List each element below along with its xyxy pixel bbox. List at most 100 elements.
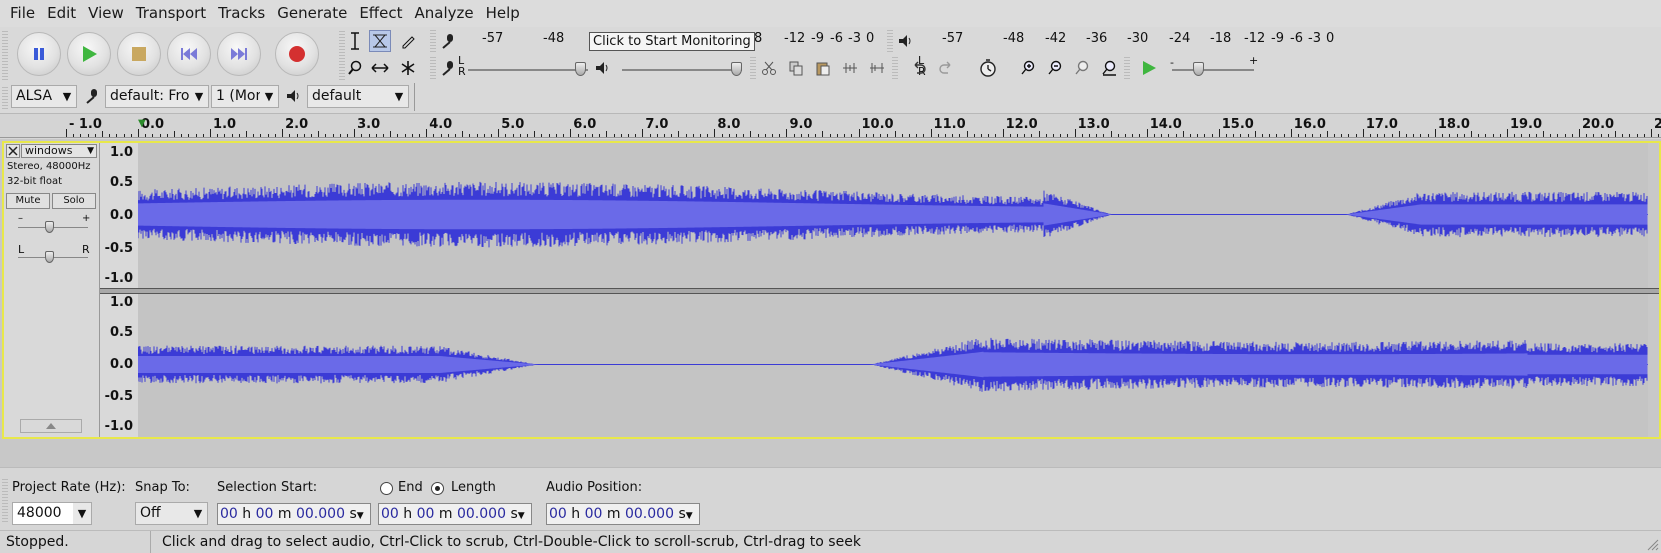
play-head-icon[interactable]: ▼	[138, 118, 146, 129]
play-meter[interactable]: -57 -48 -42 -36 -30 -24 -18 -12 -9 -6 -3…	[930, 27, 1340, 51]
collapse-track-button[interactable]	[20, 419, 82, 433]
snap-to-select[interactable]: Off ▼	[135, 502, 208, 525]
record-button[interactable]	[275, 32, 319, 76]
menu-generate[interactable]: Generate	[271, 0, 353, 27]
ruler-tick	[714, 129, 716, 137]
ruler-minor-tick	[836, 134, 838, 137]
cut-button[interactable]	[758, 57, 780, 79]
toolbar-grip[interactable]	[1124, 57, 1130, 79]
amplitude-ruler-right-channel: 1.0 0.5 0.0 -0.5 -1.0	[100, 294, 138, 437]
ruler-minor-tick	[1153, 134, 1155, 137]
toolbar-grip[interactable]	[892, 57, 898, 79]
chevron-down-icon: ▼	[190, 86, 208, 107]
record-meter-button[interactable]	[437, 30, 459, 52]
input-volume-thumb[interactable]	[575, 62, 586, 76]
hours-unit: h	[403, 506, 413, 522]
waveform-right-channel[interactable]	[138, 294, 1648, 437]
gain-slider-thumb[interactable]	[45, 221, 54, 233]
multi-tool-button[interactable]	[397, 57, 419, 79]
zoom-in-button[interactable]	[1017, 57, 1039, 79]
minutes-unit: m	[606, 506, 621, 522]
menu-transport[interactable]: Transport	[130, 0, 212, 27]
audio-position-time[interactable]: 00 h 00 m 00.000 s▼	[546, 503, 700, 525]
input-volume-slider[interactable]	[468, 69, 588, 71]
stop-button[interactable]	[117, 32, 161, 76]
ruler-minor-tick	[1406, 134, 1408, 137]
play-button[interactable]	[67, 32, 111, 76]
timeline-ruler[interactable]: - 1.0 0.0 1.0 2.0 3.0 4.0 5.0 6.0 7.0 8.0 9.0 10.0 1…	[0, 114, 1661, 138]
undo-icon	[914, 61, 926, 74]
track-control-panel: windows ▼ Stereo, 48000Hz 32-bit float Mu…	[4, 143, 100, 437]
ruler-label: 7.0	[645, 117, 669, 132]
menu-edit[interactable]: Edit	[41, 0, 82, 27]
output-volume-slider[interactable]	[622, 69, 742, 71]
toolbar-grip[interactable]	[2, 85, 8, 109]
record-meter-right: R	[458, 65, 466, 78]
skip-to-start-button[interactable]	[167, 32, 211, 76]
zoom-tool-button[interactable]	[344, 57, 366, 79]
audio-host-select[interactable]: ALSA ▼	[11, 85, 77, 108]
time-shift-tool-button[interactable]	[369, 57, 391, 79]
pan-slider-thumb[interactable]	[45, 251, 54, 263]
record-meter-tick: -57	[482, 31, 504, 46]
resize-grip-icon[interactable]	[1645, 537, 1659, 551]
ruler-minor-tick	[87, 134, 89, 137]
selection-start-time[interactable]: 00 h 00 m 00.000 s▼	[217, 503, 371, 525]
zoom-out-button[interactable]	[1044, 57, 1066, 79]
redo-button[interactable]	[935, 57, 957, 79]
silence-button[interactable]	[866, 57, 888, 79]
toolbar-grip[interactable]	[430, 30, 436, 52]
length-radio-label: Length	[451, 480, 496, 495]
toolbar-grip[interactable]	[2, 478, 8, 522]
menu-analyze[interactable]: Analyze	[408, 0, 479, 27]
output-volume-thumb[interactable]	[731, 62, 742, 76]
envelope-tool-button[interactable]	[369, 30, 391, 52]
ruler-minor-tick	[563, 134, 565, 137]
play-meter-tick: -30	[1127, 31, 1149, 46]
solo-button[interactable]: Solo	[52, 193, 96, 209]
speaker-icon	[287, 90, 299, 102]
pause-button[interactable]	[17, 32, 61, 76]
toolbar-grip[interactable]	[887, 30, 893, 52]
copy-button[interactable]	[785, 57, 807, 79]
mute-button[interactable]: Mute	[6, 193, 50, 209]
ruler-minor-tick	[721, 134, 723, 137]
play-at-speed-button[interactable]	[1138, 57, 1160, 79]
menu-help[interactable]: Help	[480, 0, 526, 27]
end-radio[interactable]	[380, 482, 393, 495]
menu-view[interactable]: View	[82, 0, 130, 27]
waveform-left-channel[interactable]	[138, 143, 1648, 288]
channels-select[interactable]: 1 (Mon ▼	[211, 85, 279, 108]
toolbar-grip[interactable]	[750, 57, 756, 79]
play-speed-slider[interactable]	[1172, 69, 1254, 71]
recording-device-select[interactable]: default: Fro ▼	[105, 85, 209, 108]
playback-device-select[interactable]: default ▼	[307, 85, 409, 108]
project-rate-select[interactable]: 48000 ▼	[12, 502, 92, 525]
undo-button[interactable]	[908, 57, 930, 79]
play-speed-thumb[interactable]	[1193, 62, 1204, 76]
ruler-minor-tick	[1636, 134, 1638, 137]
record-icon	[289, 46, 305, 62]
skip-to-end-button[interactable]	[217, 32, 261, 76]
length-radio[interactable]	[431, 482, 444, 495]
track-name-menu[interactable]: windows ▼	[21, 144, 97, 158]
menu-tracks[interactable]: Tracks	[212, 0, 271, 27]
selection-tool-button[interactable]	[344, 30, 366, 52]
fit-selection-button[interactable]	[1071, 57, 1093, 79]
playback-device-icon-wrap	[283, 85, 305, 107]
trim-button[interactable]	[839, 57, 861, 79]
ruler-minor-tick	[174, 131, 176, 137]
toolbar-grip[interactable]	[430, 57, 436, 79]
close-track-button[interactable]	[6, 144, 20, 158]
fit-project-button[interactable]	[1098, 57, 1120, 79]
menu-file[interactable]: File	[4, 0, 41, 27]
paste-button[interactable]	[812, 57, 834, 79]
amp-label: -1.0	[104, 271, 133, 286]
draw-tool-button[interactable]	[397, 30, 419, 52]
ruler-label: 20.0	[1582, 117, 1615, 132]
sync-lock-button[interactable]	[977, 57, 999, 79]
toolbar-grip[interactable]	[2, 30, 8, 80]
menu-effect[interactable]: Effect	[353, 0, 408, 27]
play-meter-button[interactable]	[895, 30, 917, 52]
selection-length-time[interactable]: 00 h 00 m 00.000 s▼	[378, 503, 532, 525]
